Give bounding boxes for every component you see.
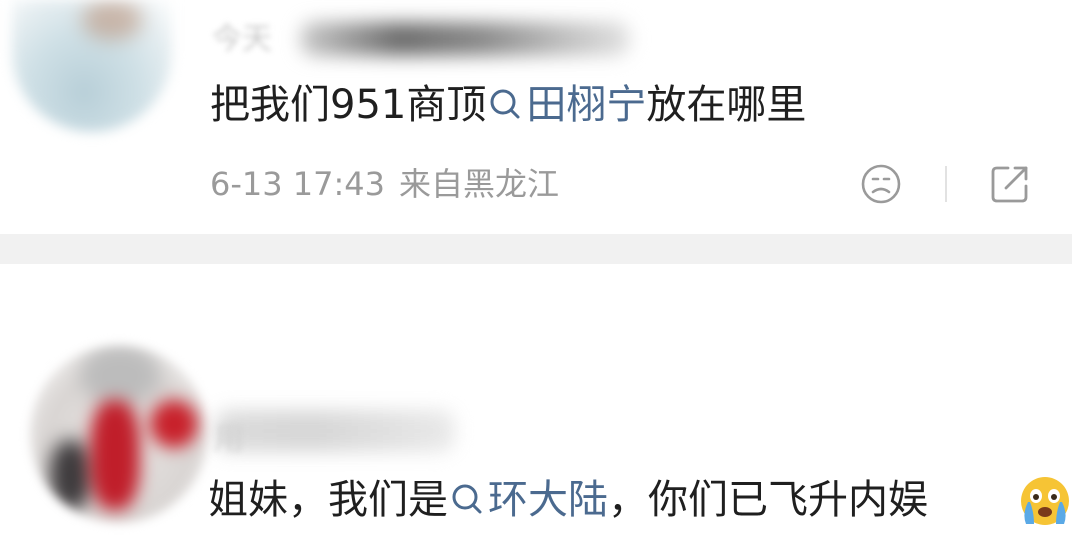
comment-text: 把我们951商顶 田栩宁放在哪里 — [210, 80, 806, 130]
avatar[interactable] — [12, 0, 172, 132]
avatar-blur-patch — [82, 0, 142, 40]
comment-list: 今天 把我们951商顶 田栩宁放在哪里 6-13 17:43 来自黑龙江 用 姐… — [0, 0, 1072, 543]
comment-text-before: 姐妹，我们是 — [208, 477, 448, 523]
username-mosaic — [215, 410, 455, 452]
topic-label: 田栩宁 — [526, 82, 647, 128]
username-blurred[interactable]: 今天 — [212, 14, 272, 58]
topic-label: 环大陆 — [488, 477, 608, 523]
username-mosaic — [300, 22, 630, 56]
avatar-blur-patch — [150, 400, 198, 448]
sad-face-icon[interactable] — [859, 162, 903, 206]
avatar-blur-patch — [80, 345, 160, 405]
share-icon[interactable] — [988, 162, 1032, 206]
search-icon — [452, 484, 482, 514]
comment-text: 姐妹，我们是 环大陆，你们已飞升内娱 — [208, 475, 928, 525]
avatar-blur-patch — [50, 440, 92, 510]
avatar[interactable] — [30, 345, 208, 523]
comment-text-after: 放在哪里 — [646, 82, 807, 128]
topic-link[interactable]: 环大陆 — [448, 477, 608, 523]
timestamp: 6-13 17:43 — [210, 165, 386, 203]
comment-card: 今天 把我们951商顶 田栩宁放在哪里 6-13 17:43 来自黑龙江 — [0, 0, 1072, 234]
comment-text-after: ，你们已飞升内娱 — [608, 477, 928, 523]
crying-face-emoji — [1021, 477, 1069, 525]
avatar-blur-patch — [90, 400, 140, 510]
action-divider — [945, 166, 947, 202]
username-blurred[interactable]: 用 — [214, 414, 244, 458]
comment-text-before: 把我们951商顶 — [210, 82, 487, 128]
comment-meta: 6-13 17:43 来自黑龙江 — [210, 164, 573, 204]
search-icon — [490, 89, 520, 119]
card-separator — [0, 234, 1072, 264]
topic-link[interactable]: 田栩宁 — [486, 82, 646, 128]
location: 来自黑龙江 — [399, 165, 560, 203]
